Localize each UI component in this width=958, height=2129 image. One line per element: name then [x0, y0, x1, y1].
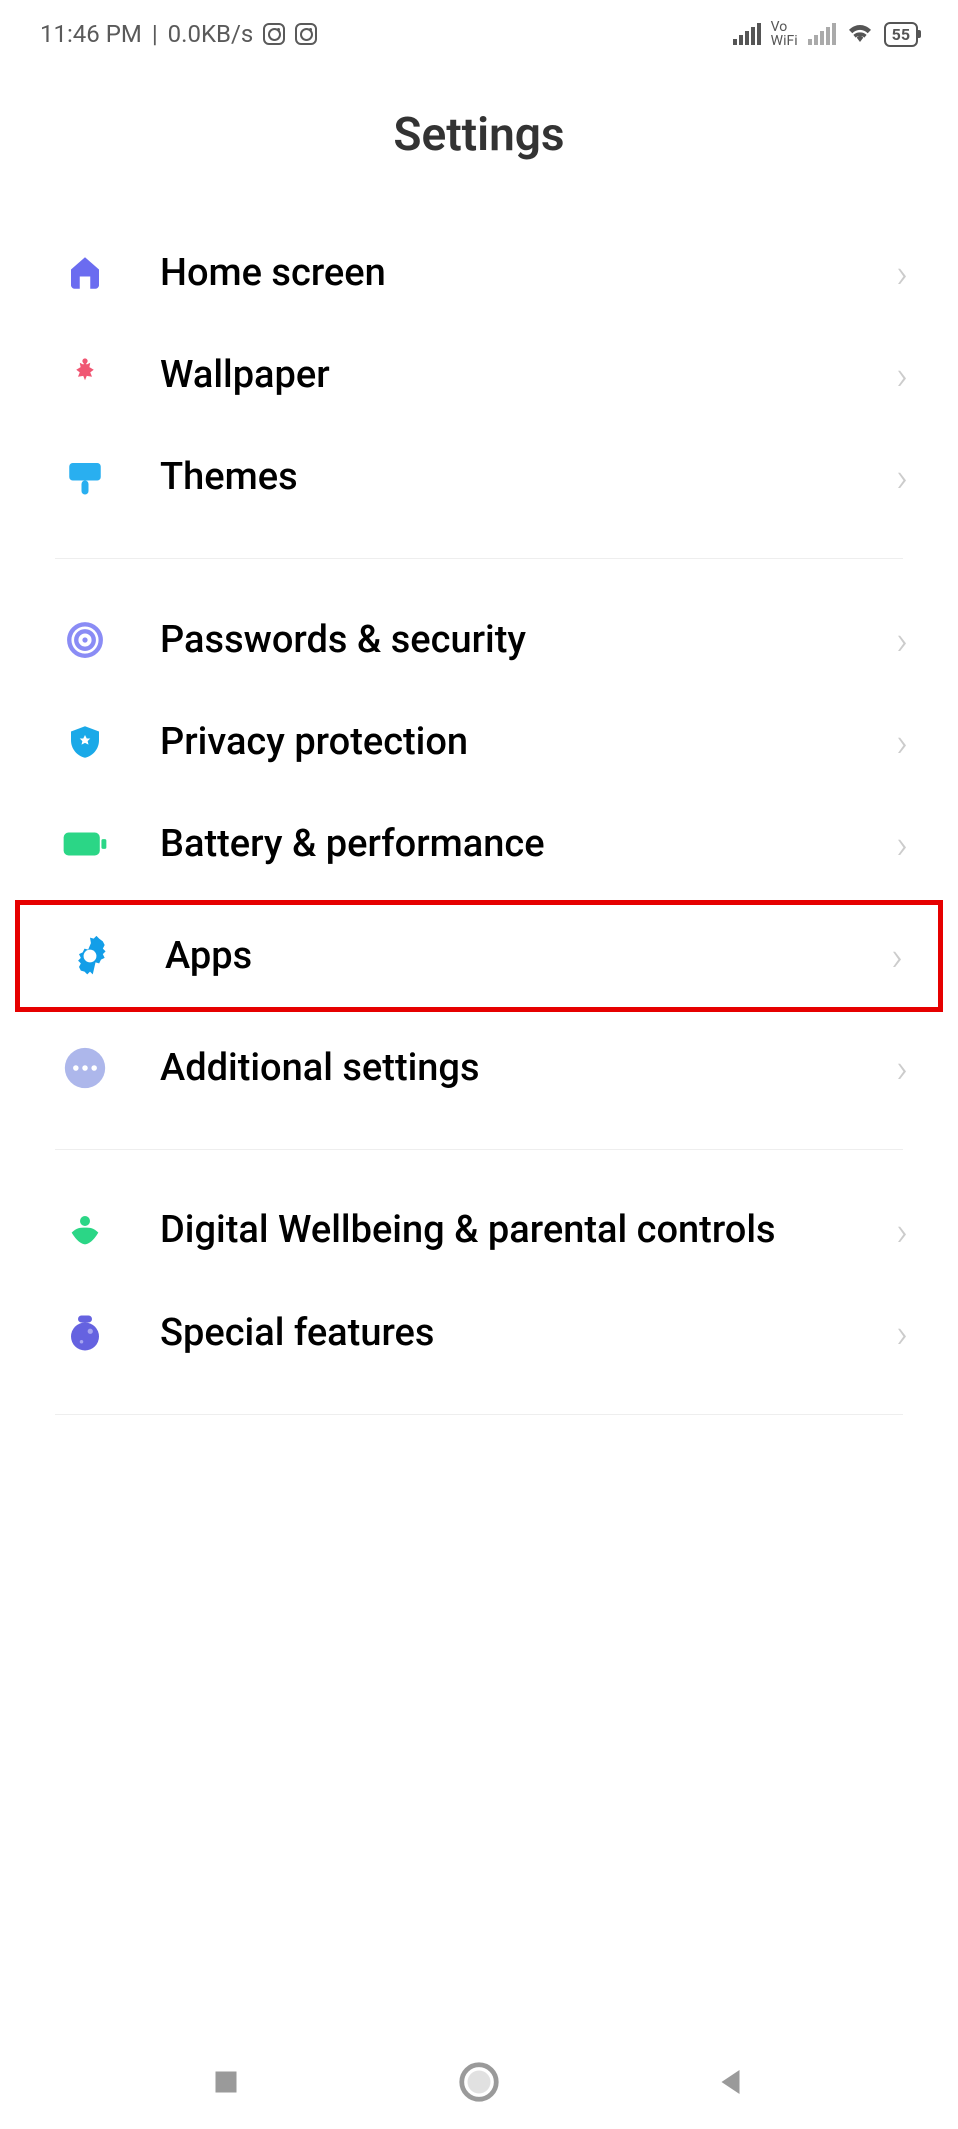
chevron-right-icon: ›: [896, 821, 908, 868]
settings-item-battery[interactable]: Battery & performance ›: [0, 793, 958, 895]
chevron-right-icon: ›: [896, 1208, 908, 1255]
chevron-right-icon: ›: [896, 250, 908, 297]
themes-icon: [60, 452, 110, 502]
settings-item-passwords[interactable]: Passwords & security ›: [0, 589, 958, 691]
chevron-right-icon: ›: [896, 617, 908, 664]
page-title: Settings: [0, 108, 958, 162]
vowifi-icon: VoWiFi: [771, 20, 798, 48]
item-label: Privacy protection: [160, 720, 896, 764]
instagram-icon: [263, 23, 285, 45]
settings-item-wellbeing[interactable]: Digital Wellbeing & parental controls ›: [0, 1180, 958, 1282]
home-icon: [60, 248, 110, 298]
chevron-right-icon: ›: [896, 454, 908, 501]
signal-sim2-icon: [808, 23, 836, 45]
status-right: VoWiFi 55: [733, 20, 918, 48]
settings-item-special[interactable]: Special features ›: [0, 1282, 958, 1384]
item-label: Battery & performance: [160, 822, 896, 866]
wifi-icon: [846, 20, 874, 48]
fingerprint-icon: [60, 615, 110, 665]
item-label: Themes: [160, 455, 896, 499]
status-data-rate: 0.0KB/s: [168, 20, 254, 48]
settings-item-privacy[interactable]: Privacy protection ›: [0, 691, 958, 793]
item-label: Wallpaper: [160, 353, 896, 397]
nav-bar: [0, 2034, 958, 2129]
item-label: Special features: [160, 1311, 896, 1355]
gear-icon: [65, 931, 115, 981]
chevron-right-icon: ›: [896, 1310, 908, 1357]
item-label: Additional settings: [160, 1046, 896, 1090]
battery-icon: 55: [884, 22, 918, 47]
chevron-right-icon: ›: [896, 719, 908, 766]
signal-icon: [733, 23, 761, 45]
settings-item-apps[interactable]: Apps ›: [15, 900, 943, 1012]
flower-icon: [60, 350, 110, 400]
divider: [55, 1149, 903, 1150]
item-label: Apps: [165, 934, 891, 978]
instagram-icon: [295, 23, 317, 45]
dots-icon: [60, 1043, 110, 1093]
chevron-right-icon: ›: [896, 352, 908, 399]
settings-item-themes[interactable]: Themes ›: [0, 426, 958, 528]
page-header: Settings: [0, 68, 958, 222]
chevron-right-icon: ›: [896, 1045, 908, 1092]
item-label: Passwords & security: [160, 618, 896, 662]
recents-button[interactable]: [196, 2052, 256, 2112]
settings-item-additional[interactable]: Additional settings ›: [0, 1017, 958, 1119]
special-icon: [60, 1308, 110, 1358]
home-button[interactable]: [449, 2052, 509, 2112]
status-left: 11:46 PM | 0.0KB/s: [40, 20, 317, 48]
divider: [55, 558, 903, 559]
wellbeing-icon: [60, 1206, 110, 1256]
settings-item-wallpaper[interactable]: Wallpaper ›: [0, 324, 958, 426]
status-bar: 11:46 PM | 0.0KB/s VoWiFi 55: [0, 0, 958, 68]
shield-icon: [60, 717, 110, 767]
battery-icon: [60, 819, 110, 869]
status-time: 11:46 PM: [40, 20, 142, 48]
chevron-right-icon: ›: [891, 933, 903, 980]
item-label: Home screen: [160, 251, 896, 295]
divider: [55, 1414, 903, 1415]
settings-item-home-screen[interactable]: Home screen ›: [0, 222, 958, 324]
back-button[interactable]: [702, 2052, 762, 2112]
settings-list: Home screen › Wallpaper › Themes › Passw…: [0, 222, 958, 1415]
item-label: Digital Wellbeing & parental controls: [160, 1208, 896, 1254]
